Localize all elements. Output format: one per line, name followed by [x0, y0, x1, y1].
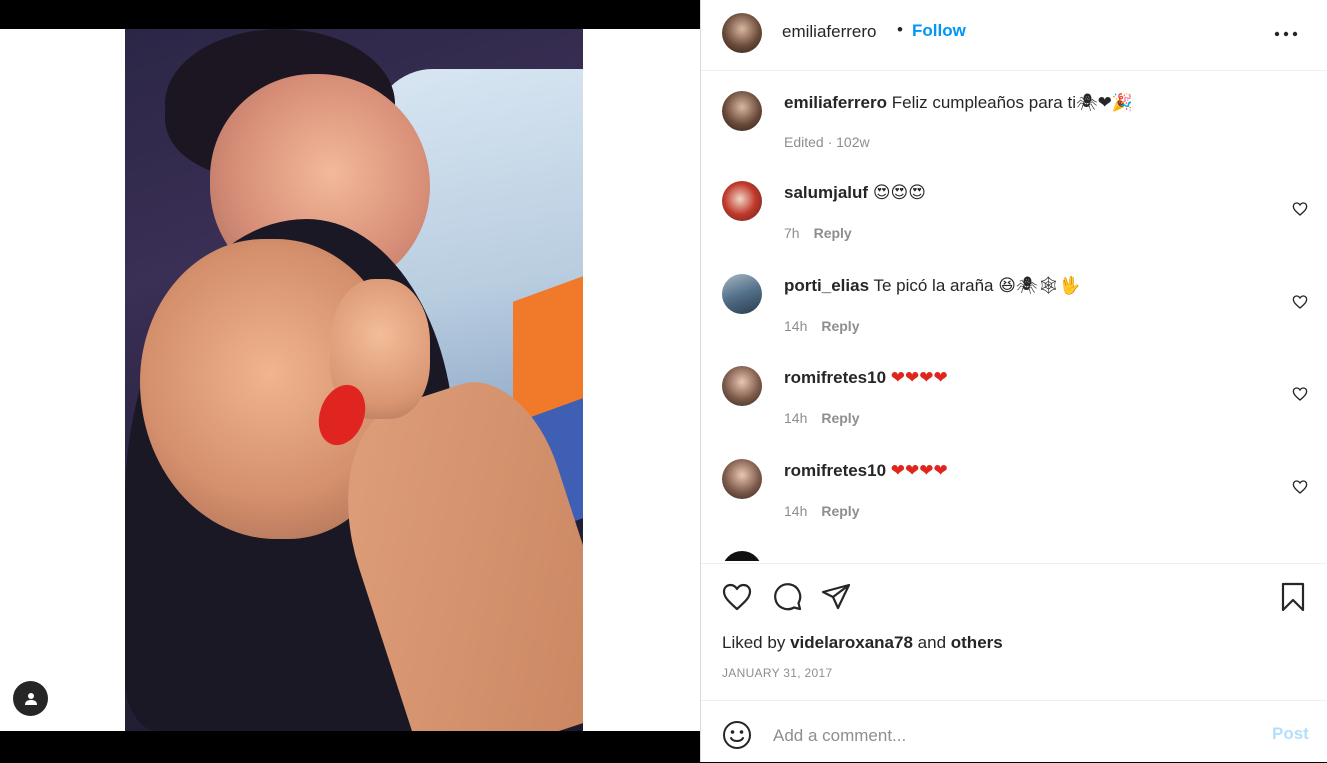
comment-emojis: 😍😍😍 [872, 183, 926, 203]
tagged-user-button[interactable] [13, 681, 48, 716]
comment-line: romifretes10 ❤❤❤❤ [784, 461, 948, 481]
post-button[interactable]: Post [1272, 724, 1309, 744]
comment-username[interactable]: salumjaluf [784, 183, 868, 202]
caption-meta: Edited · 102w [784, 134, 870, 150]
comment-meta: 14h Reply [784, 410, 859, 426]
share-icon[interactable] [820, 581, 852, 613]
media-pane [0, 0, 700, 762]
comment-meta: 14h Reply [784, 318, 859, 334]
comment-meta: 14h Reply [784, 503, 859, 519]
comment-time[interactable]: 14h [784, 503, 807, 519]
reply-button[interactable]: Reply [821, 410, 859, 426]
more-icon [1274, 31, 1298, 37]
comment-time[interactable]: 14h [784, 318, 807, 334]
author-avatar[interactable] [722, 13, 762, 53]
caption-text: Feliz cumpleaños para ti [891, 93, 1076, 112]
post-actions: Liked by videlaroxana78 and others JANUA… [701, 563, 1326, 700]
comment-line: romifretes10 ❤❤❤❤ [784, 368, 948, 388]
comment-avatar[interactable] [722, 551, 762, 561]
comment-username[interactable]: romifretes10 [784, 461, 886, 480]
comment-like-icon[interactable] [1292, 201, 1308, 217]
more-options-button[interactable] [1272, 22, 1300, 46]
header-separator: • [897, 20, 903, 39]
reply-button[interactable]: Reply [821, 503, 859, 519]
caption-avatar[interactable] [722, 91, 762, 131]
caption-username[interactable]: emiliaferrero [784, 93, 887, 112]
post-photo[interactable] [125, 29, 583, 731]
likes-others[interactable]: others [951, 633, 1003, 652]
user-icon [24, 692, 37, 705]
smile-icon[interactable] [722, 720, 752, 750]
comment-avatar[interactable] [722, 459, 762, 499]
post-date[interactable]: JANUARY 31, 2017 [722, 666, 832, 680]
caption-line: emiliaferrero Feliz cumpleaños para ti🕷❤… [784, 93, 1133, 113]
heart-icon[interactable] [721, 581, 753, 613]
comment-username[interactable]: romifretes10 [784, 368, 886, 387]
comment-icon[interactable] [771, 581, 803, 613]
likes-prefix: Liked by [722, 633, 786, 652]
comment-meta: 7h Reply [784, 225, 852, 241]
reply-button[interactable]: Reply [821, 318, 859, 334]
follow-button[interactable]: Follow [912, 21, 966, 41]
comments-list[interactable]: emiliaferrero Feliz cumpleaños para ti🕷❤… [701, 71, 1326, 561]
comment-avatar[interactable] [722, 181, 762, 221]
reply-button[interactable]: Reply [814, 225, 852, 241]
comment-time[interactable]: 7h [784, 225, 800, 241]
post-header: emiliaferrero • Follow [701, 0, 1326, 71]
comment-text: Te picó la araña [873, 276, 994, 295]
comment-line: porti_elias Te picó la araña 😆🕷🕸🖖 [784, 276, 1080, 296]
likes-summary: Liked by videlaroxana78 and others [722, 633, 1003, 653]
comment-avatar[interactable] [722, 274, 762, 314]
bookmark-icon[interactable] [1277, 581, 1309, 613]
comment-input[interactable] [771, 721, 1255, 751]
comment-like-icon[interactable] [1292, 294, 1308, 310]
comment-emojis: ❤❤❤❤ [890, 368, 948, 388]
comment-emojis: 😆🕷🕸🖖 [998, 276, 1081, 296]
post-side-panel: emiliaferrero • Follow emiliaferrero Fel… [700, 0, 1327, 762]
likes-user[interactable]: videlaroxana78 [790, 633, 913, 652]
comment-line: salumjaluf 😍😍😍 [784, 183, 926, 203]
comment-time[interactable]: 14h [784, 410, 807, 426]
likes-conj: and [917, 633, 947, 652]
comment-composer: Post [701, 700, 1326, 763]
comment-like-icon[interactable] [1292, 479, 1308, 495]
comment-avatar[interactable] [722, 366, 762, 406]
comment-username[interactable]: porti_elias [784, 276, 869, 295]
comment-emojis: ❤❤❤❤ [890, 461, 948, 481]
comment-like-icon[interactable] [1292, 386, 1308, 402]
author-username[interactable]: emiliaferrero [782, 22, 876, 42]
caption-emojis: 🕷❤🎉 [1076, 93, 1133, 113]
